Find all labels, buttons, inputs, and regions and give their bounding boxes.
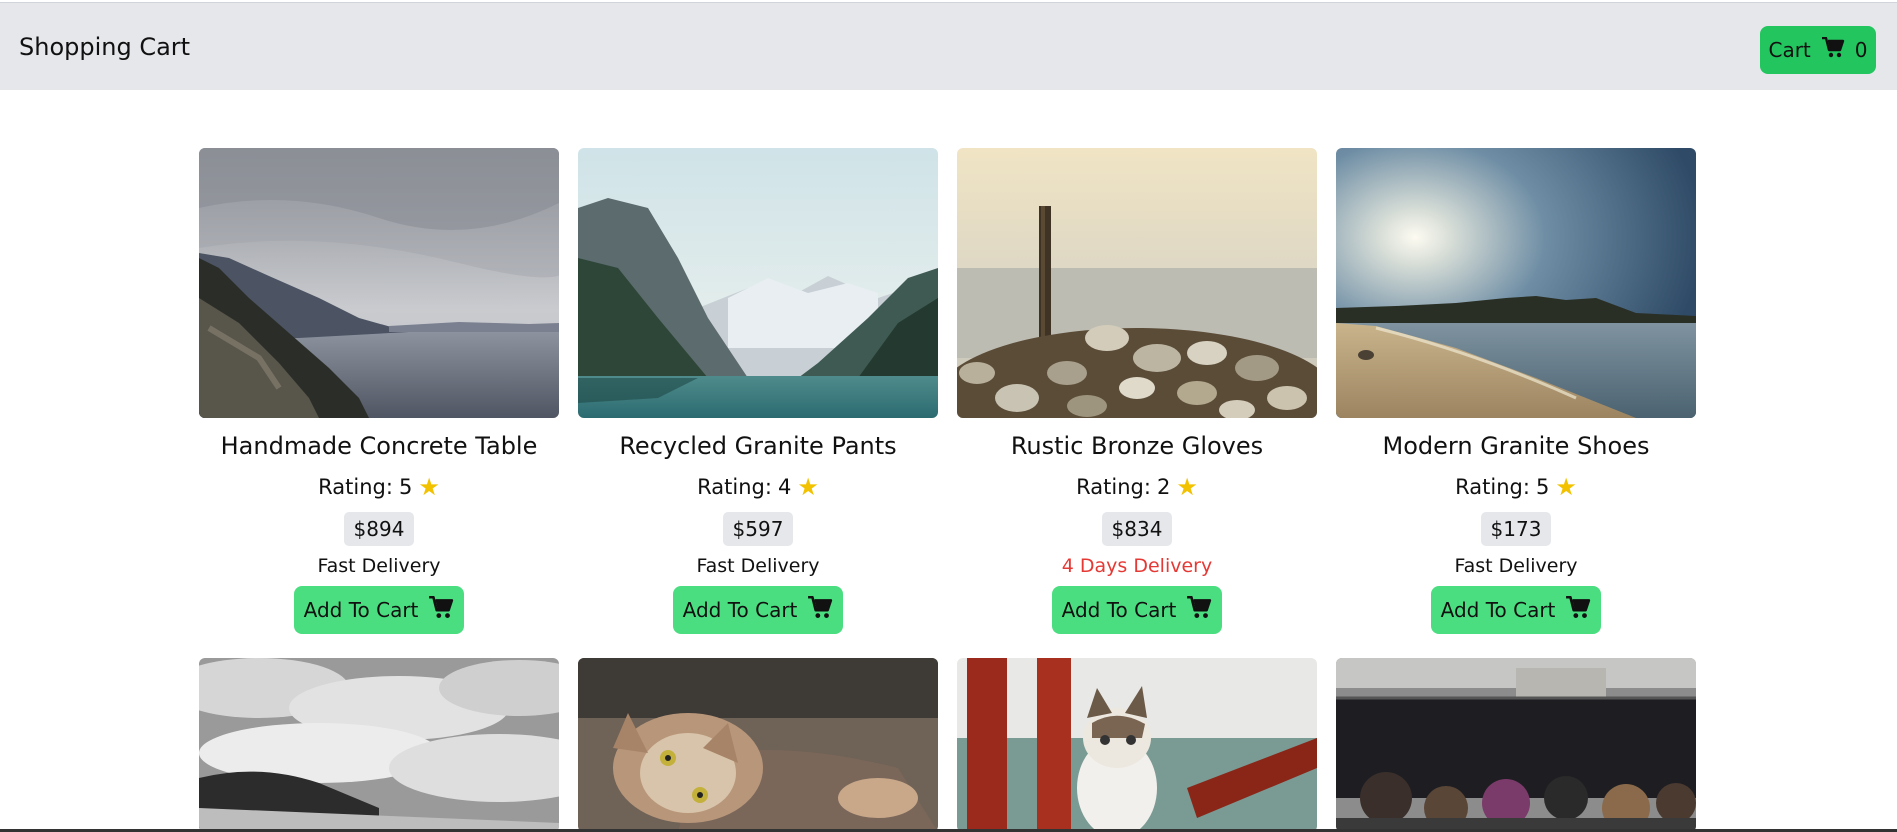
- product-card: Handmade Concrete Table Rating: 5 ★ $894…: [199, 148, 559, 634]
- rating-label: Rating:: [1076, 475, 1151, 499]
- product-card: [1336, 658, 1696, 832]
- product-image: [578, 148, 938, 418]
- rating-label: Rating:: [1455, 475, 1530, 499]
- delivery-info: 4 Days Delivery: [1061, 555, 1213, 577]
- shopping-cart-page: Shopping Cart Cart 0 Handmade Concrete T…: [0, 0, 1897, 832]
- add-to-cart-button[interactable]: Add To Cart: [1430, 586, 1602, 634]
- product-rating: Rating: 5 ★: [199, 472, 559, 502]
- add-to-cart-label: Add To Cart: [1061, 598, 1177, 622]
- rating-value: 2: [1156, 475, 1171, 499]
- delivery-info: Fast Delivery: [317, 555, 441, 577]
- product-name: Rustic Bronze Gloves: [1010, 432, 1264, 460]
- delivery-info: Fast Delivery: [1454, 555, 1578, 577]
- product-card: Recycled Granite Pants Rating: 4 ★ $597 …: [578, 148, 938, 634]
- add-to-cart-button[interactable]: Add To Cart: [672, 586, 844, 634]
- cart-icon: [428, 595, 454, 625]
- app-title: Shopping Cart: [19, 33, 191, 61]
- price-badge: $597: [722, 512, 794, 546]
- rating-value: 5: [398, 475, 413, 499]
- product-image: [957, 148, 1317, 418]
- top-navbar: Shopping Cart Cart 0: [0, 2, 1897, 90]
- price-badge: $894: [343, 512, 415, 546]
- cart-button[interactable]: Cart 0: [1760, 26, 1876, 74]
- add-to-cart-label: Add To Cart: [303, 598, 419, 622]
- product-image: [1336, 148, 1696, 418]
- add-to-cart-button[interactable]: Add To Cart: [293, 586, 465, 634]
- add-to-cart-button[interactable]: Add To Cart: [1051, 586, 1223, 634]
- rating-label: Rating:: [697, 475, 772, 499]
- product-card: [957, 658, 1317, 832]
- product-image: [199, 148, 559, 418]
- delivery-info: Fast Delivery: [696, 555, 820, 577]
- product-card: Rustic Bronze Gloves Rating: 2 ★ $834 4 …: [957, 148, 1317, 634]
- add-to-cart-label: Add To Cart: [682, 598, 798, 622]
- cart-button-label: Cart: [1768, 38, 1811, 62]
- cart-icon: [1565, 595, 1591, 625]
- add-to-cart-label: Add To Cart: [1440, 598, 1556, 622]
- product-name: Handmade Concrete Table: [220, 432, 538, 460]
- product-card: [578, 658, 938, 832]
- product-rating: Rating: 2 ★: [957, 472, 1317, 502]
- price-badge: $834: [1101, 512, 1173, 546]
- rating-value: 5: [1535, 475, 1550, 499]
- product-card: [199, 658, 559, 832]
- product-image: [957, 658, 1317, 832]
- cart-icon: [1186, 595, 1212, 625]
- cart-count: 0: [1854, 38, 1868, 62]
- rating-label: Rating:: [318, 475, 393, 499]
- star-icon: ★: [1555, 473, 1577, 501]
- product-image: [578, 658, 938, 832]
- product-card: Modern Granite Shoes Rating: 5 ★ $173 Fa…: [1336, 148, 1696, 634]
- product-image: [1336, 658, 1696, 832]
- product-rating: Rating: 5 ★: [1336, 472, 1696, 502]
- product-rating: Rating: 4 ★: [578, 472, 938, 502]
- star-icon: ★: [1176, 473, 1198, 501]
- rating-value: 4: [777, 475, 792, 499]
- cart-icon: [807, 595, 833, 625]
- star-icon: ★: [797, 473, 819, 501]
- product-image: [199, 658, 559, 832]
- cart-icon: [1821, 36, 1845, 64]
- price-badge: $173: [1480, 512, 1552, 546]
- product-name: Recycled Granite Pants: [619, 432, 897, 460]
- star-icon: ★: [418, 473, 440, 501]
- product-name: Modern Granite Shoes: [1382, 432, 1650, 460]
